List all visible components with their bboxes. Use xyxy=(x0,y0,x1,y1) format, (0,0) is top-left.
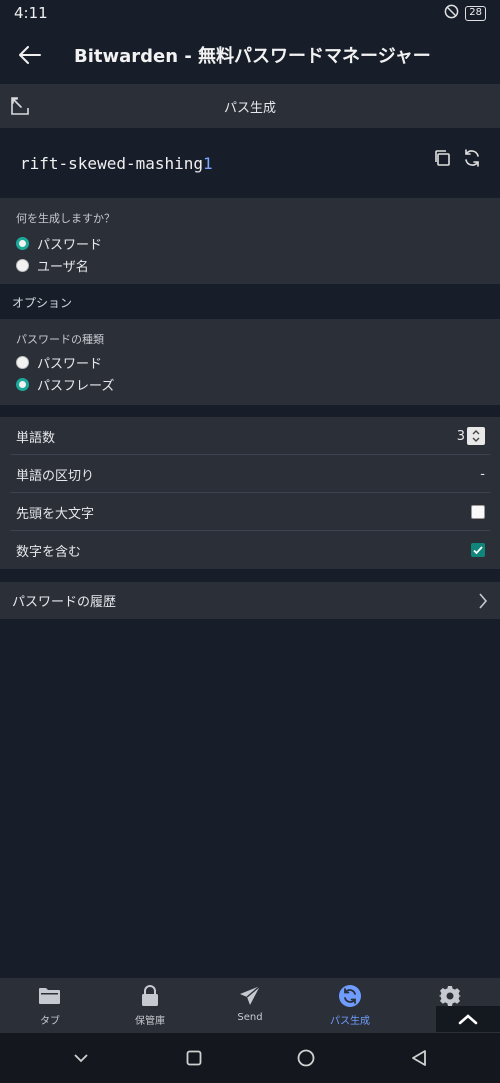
app-bar: Bitwarden - 無料パスワードマネージャー xyxy=(0,26,500,84)
include-number-row[interactable]: 数字を含む xyxy=(0,531,500,569)
lock-icon xyxy=(141,984,159,1008)
generate-type-label: 何を生成しますか？ xyxy=(16,212,115,225)
password-number: 1 xyxy=(203,153,213,173)
check-icon xyxy=(473,546,483,555)
scroll-to-top-button[interactable] xyxy=(436,1006,500,1032)
word-count-value[interactable]: 3 xyxy=(457,429,465,444)
nav-back-button[interactable] xyxy=(399,1038,439,1078)
password-history-row[interactable]: パスワードの履歴 xyxy=(0,582,500,619)
radio-selected-icon xyxy=(16,377,29,391)
include-number-label: 数字を含む xyxy=(16,544,82,560)
arrow-left-icon xyxy=(19,46,41,64)
open-popout-icon[interactable] xyxy=(10,96,30,116)
generator-header: パス生成 xyxy=(0,84,500,128)
options-heading: オプション xyxy=(12,295,73,310)
radio-label: パスフレーズ xyxy=(37,378,115,394)
password-history-label: パスワードの履歴 xyxy=(12,595,117,610)
chevron-down-icon xyxy=(74,1054,88,1063)
app-title: Bitwarden - 無料パスワードマネージャー xyxy=(74,46,431,67)
word-count-row: 単語数 3 xyxy=(0,417,500,455)
tab-label: Send xyxy=(237,1012,263,1023)
separator-row[interactable]: 単語の区切り - xyxy=(0,455,500,493)
word-count-label: 単語数 xyxy=(16,430,56,446)
radio-label: パスワード xyxy=(37,237,103,253)
radio-option-passphrase[interactable]: パスフレーズ xyxy=(0,373,500,395)
battery-icon: 28 xyxy=(465,5,486,21)
separator-label: 単語の区切り xyxy=(16,468,95,484)
radio-label: パスワード xyxy=(37,356,103,372)
generate-icon xyxy=(338,984,362,1008)
password-words: rift-skewed-mashing xyxy=(20,153,204,173)
tab-vault[interactable]: 保管庫 xyxy=(100,978,200,1033)
folder-icon xyxy=(38,984,62,1008)
chevron-up-icon xyxy=(458,1014,478,1025)
tab-tabs[interactable]: タブ xyxy=(0,978,100,1033)
password-actions xyxy=(432,148,482,172)
radio-option-username[interactable]: ユーザ名 xyxy=(0,254,500,276)
capitalize-row[interactable]: 先頭を大文字 xyxy=(0,493,500,531)
tab-generator[interactable]: パス生成 xyxy=(300,978,400,1033)
radio-selected-icon xyxy=(16,236,29,250)
back-button[interactable] xyxy=(0,26,60,84)
generated-password: rift-skewed-mashing1 xyxy=(0,128,500,198)
chevron-right-icon xyxy=(479,592,488,609)
password-type-label: パスワードの種類 xyxy=(16,333,104,346)
capitalize-label: 先頭を大文字 xyxy=(16,506,95,522)
tab-send[interactable]: Send xyxy=(200,978,300,1033)
radio-unselected-icon xyxy=(16,258,29,272)
do-not-disturb-icon xyxy=(444,4,459,23)
nav-collapse-button[interactable] xyxy=(61,1038,101,1078)
separator-value[interactable]: - xyxy=(480,467,485,482)
circle-icon xyxy=(297,1049,315,1067)
tab-label: パス生成 xyxy=(330,1016,370,1027)
generate-type-panel: 何を生成しますか？ パスワード ユーザ名 xyxy=(0,198,500,284)
password-type-panel: パスワードの種類 パスワード パスフレーズ xyxy=(0,319,500,405)
radio-unselected-icon xyxy=(16,355,29,369)
status-bar: 4:11 28 xyxy=(0,0,500,26)
bottom-tab-bar: タブ 保管庫 Send パス生成 設定 xyxy=(0,978,500,1033)
tab-label: 保管庫 xyxy=(135,1016,165,1027)
system-nav-bar xyxy=(0,1033,500,1083)
radio-option-password-type[interactable]: パスワード xyxy=(0,351,500,373)
tab-label: タブ xyxy=(40,1016,60,1027)
gear-icon xyxy=(439,984,461,1008)
status-time: 4:11 xyxy=(14,4,48,22)
copy-icon[interactable] xyxy=(432,148,452,172)
send-icon xyxy=(239,984,261,1008)
password-text[interactable]: rift-skewed-mashing1 xyxy=(20,154,213,173)
square-icon xyxy=(186,1050,202,1066)
stepper-arrows-icon[interactable] xyxy=(467,427,485,445)
triangle-back-icon xyxy=(411,1050,426,1066)
include-number-checkbox[interactable] xyxy=(471,543,485,557)
capitalize-checkbox[interactable] xyxy=(471,505,485,519)
radio-label: ユーザ名 xyxy=(37,259,89,275)
word-count-stepper[interactable]: 3 xyxy=(457,427,485,445)
nav-recents-button[interactable] xyxy=(174,1038,214,1078)
generator-title: パス生成 xyxy=(223,100,276,116)
nav-home-button[interactable] xyxy=(286,1038,326,1078)
radio-option-password[interactable]: パスワード xyxy=(0,232,500,254)
status-icons: 28 xyxy=(444,4,486,23)
regenerate-icon[interactable] xyxy=(462,148,482,172)
